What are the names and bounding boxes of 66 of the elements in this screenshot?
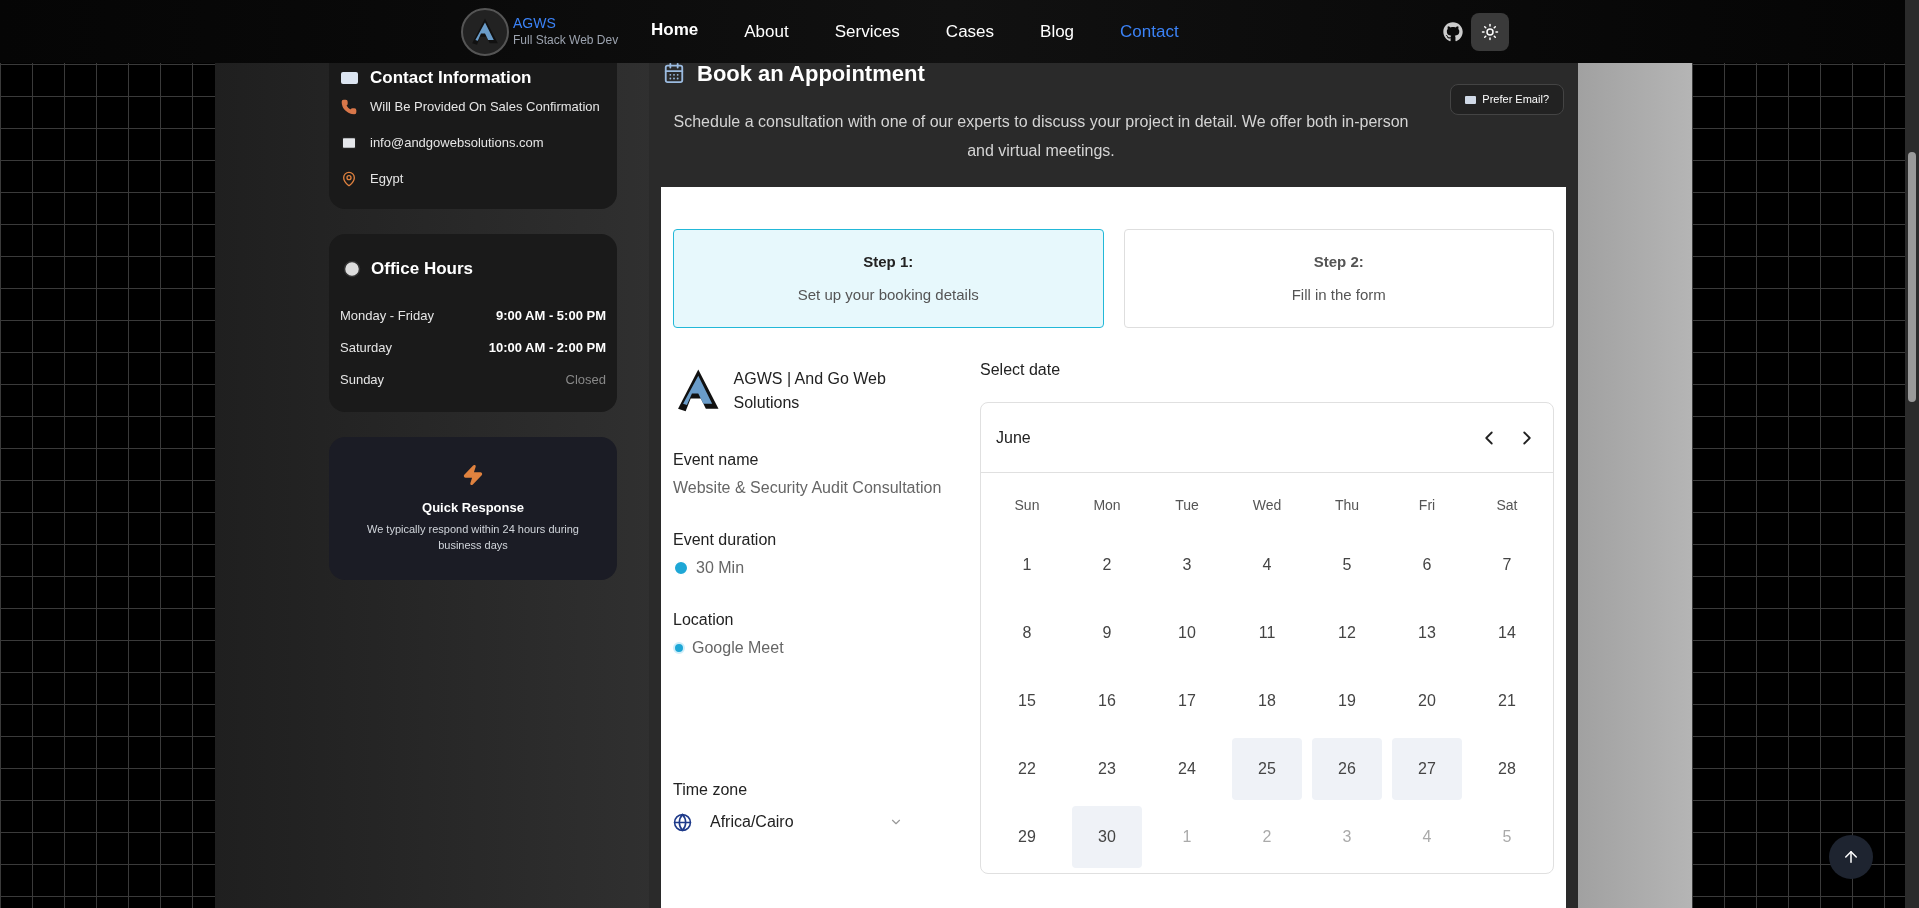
phone-icon bbox=[341, 99, 357, 115]
weekday-label: Wed bbox=[1252, 495, 1282, 515]
nav-link[interactable]: About bbox=[744, 18, 789, 45]
card-title: Quick Response bbox=[422, 498, 524, 517]
section-description: Schedule a consultation with one of our experts to discuss your project in detail. We offer both in-person and virtual meetings. bbox=[672, 112, 1410, 161]
day-label: Monday - Friday bbox=[340, 306, 434, 325]
hours-text: Closed bbox=[565, 370, 606, 389]
day-label: Saturday bbox=[340, 338, 393, 357]
hours-text: 10:00 AM - 2:00 PM bbox=[488, 338, 606, 357]
lightning-icon bbox=[462, 463, 484, 486]
envelope-icon bbox=[1465, 95, 1477, 104]
contact-text: Will Be Provided On Sales Confirmation bbox=[370, 98, 600, 117]
weekday-label: Tue bbox=[1175, 495, 1199, 515]
nav-link[interactable]: Contact bbox=[1120, 18, 1179, 45]
step-title: Step 2: bbox=[1313, 252, 1364, 272]
company-name: AGWS | And Go Web Solutions bbox=[733, 369, 887, 413]
id-card-icon bbox=[341, 72, 358, 84]
brand-tagline: Full Stack Web Dev bbox=[513, 32, 619, 48]
calendar-day[interactable]: 30 bbox=[1072, 806, 1142, 868]
step-title: Step 1: bbox=[863, 252, 914, 272]
calendar-day[interactable]: 27 bbox=[1392, 738, 1462, 800]
brand-name: AGWS bbox=[513, 15, 557, 33]
step-tab[interactable]: Step 2: Fill in the form bbox=[1123, 229, 1554, 328]
scrollbar[interactable] bbox=[1905, 0, 1919, 908]
step-text: Set up your booking details bbox=[797, 284, 979, 305]
envelope-icon bbox=[341, 135, 357, 151]
weekday-label: Mon bbox=[1093, 495, 1121, 515]
globe-icon bbox=[673, 812, 692, 832]
weekday-label: Thu bbox=[1334, 495, 1360, 515]
timezone-select[interactable]: Africa/Cairo bbox=[673, 810, 903, 834]
calendar-day[interactable]: 26 bbox=[1312, 738, 1382, 800]
day-label: Sunday bbox=[340, 370, 385, 389]
step-tab[interactable]: Step 1: Set up your booking details bbox=[673, 229, 1104, 328]
weekday-label: Fri bbox=[1418, 495, 1436, 515]
nav-link[interactable]: Home bbox=[651, 17, 699, 43]
github-icon[interactable] bbox=[1442, 21, 1463, 42]
select-date-label: Select date bbox=[980, 360, 1062, 380]
card-description: We typically respond within 24 hours during business days bbox=[366, 522, 580, 554]
field-value: 30 Min bbox=[696, 558, 745, 578]
theme-toggle-button[interactable] bbox=[1470, 12, 1509, 51]
field-label: Event duration bbox=[673, 530, 778, 550]
scrollbar-thumb[interactable] bbox=[1908, 152, 1916, 402]
field-value: Website & Security Audit Consultation bbox=[673, 478, 942, 498]
field-label: Location bbox=[673, 610, 735, 630]
sun-icon bbox=[1480, 22, 1499, 41]
contact-text: Egypt bbox=[370, 170, 404, 189]
hours-text: 9:00 AM - 5:00 PM bbox=[495, 306, 606, 325]
calendar-day[interactable]: 25 bbox=[1232, 738, 1302, 800]
map-pin-icon bbox=[341, 171, 357, 187]
prefer-email-button[interactable]: Prefer Email? bbox=[1450, 84, 1564, 115]
card-title: Contact Information bbox=[370, 67, 532, 90]
contact-text: info@andgowebsolutions.com bbox=[370, 134, 544, 153]
weekday-label: Sat bbox=[1496, 495, 1518, 515]
month-label: June bbox=[996, 427, 1031, 448]
section-title: Book an Appointment bbox=[697, 59, 925, 88]
calendar-icon bbox=[663, 62, 685, 84]
weekday-label: Sun bbox=[1014, 495, 1040, 515]
field-label: Time zone bbox=[673, 780, 749, 800]
field-value: Google Meet bbox=[692, 638, 784, 658]
field-label: Event name bbox=[673, 450, 760, 470]
nav-link[interactable]: Cases bbox=[945, 18, 995, 45]
nav-link[interactable]: Blog bbox=[1040, 18, 1075, 45]
step-text: Fill in the form bbox=[1291, 284, 1386, 305]
logo-badge[interactable] bbox=[461, 7, 509, 56]
card-title: Office Hours bbox=[371, 258, 474, 280]
nav-link[interactable]: Services bbox=[834, 18, 900, 45]
